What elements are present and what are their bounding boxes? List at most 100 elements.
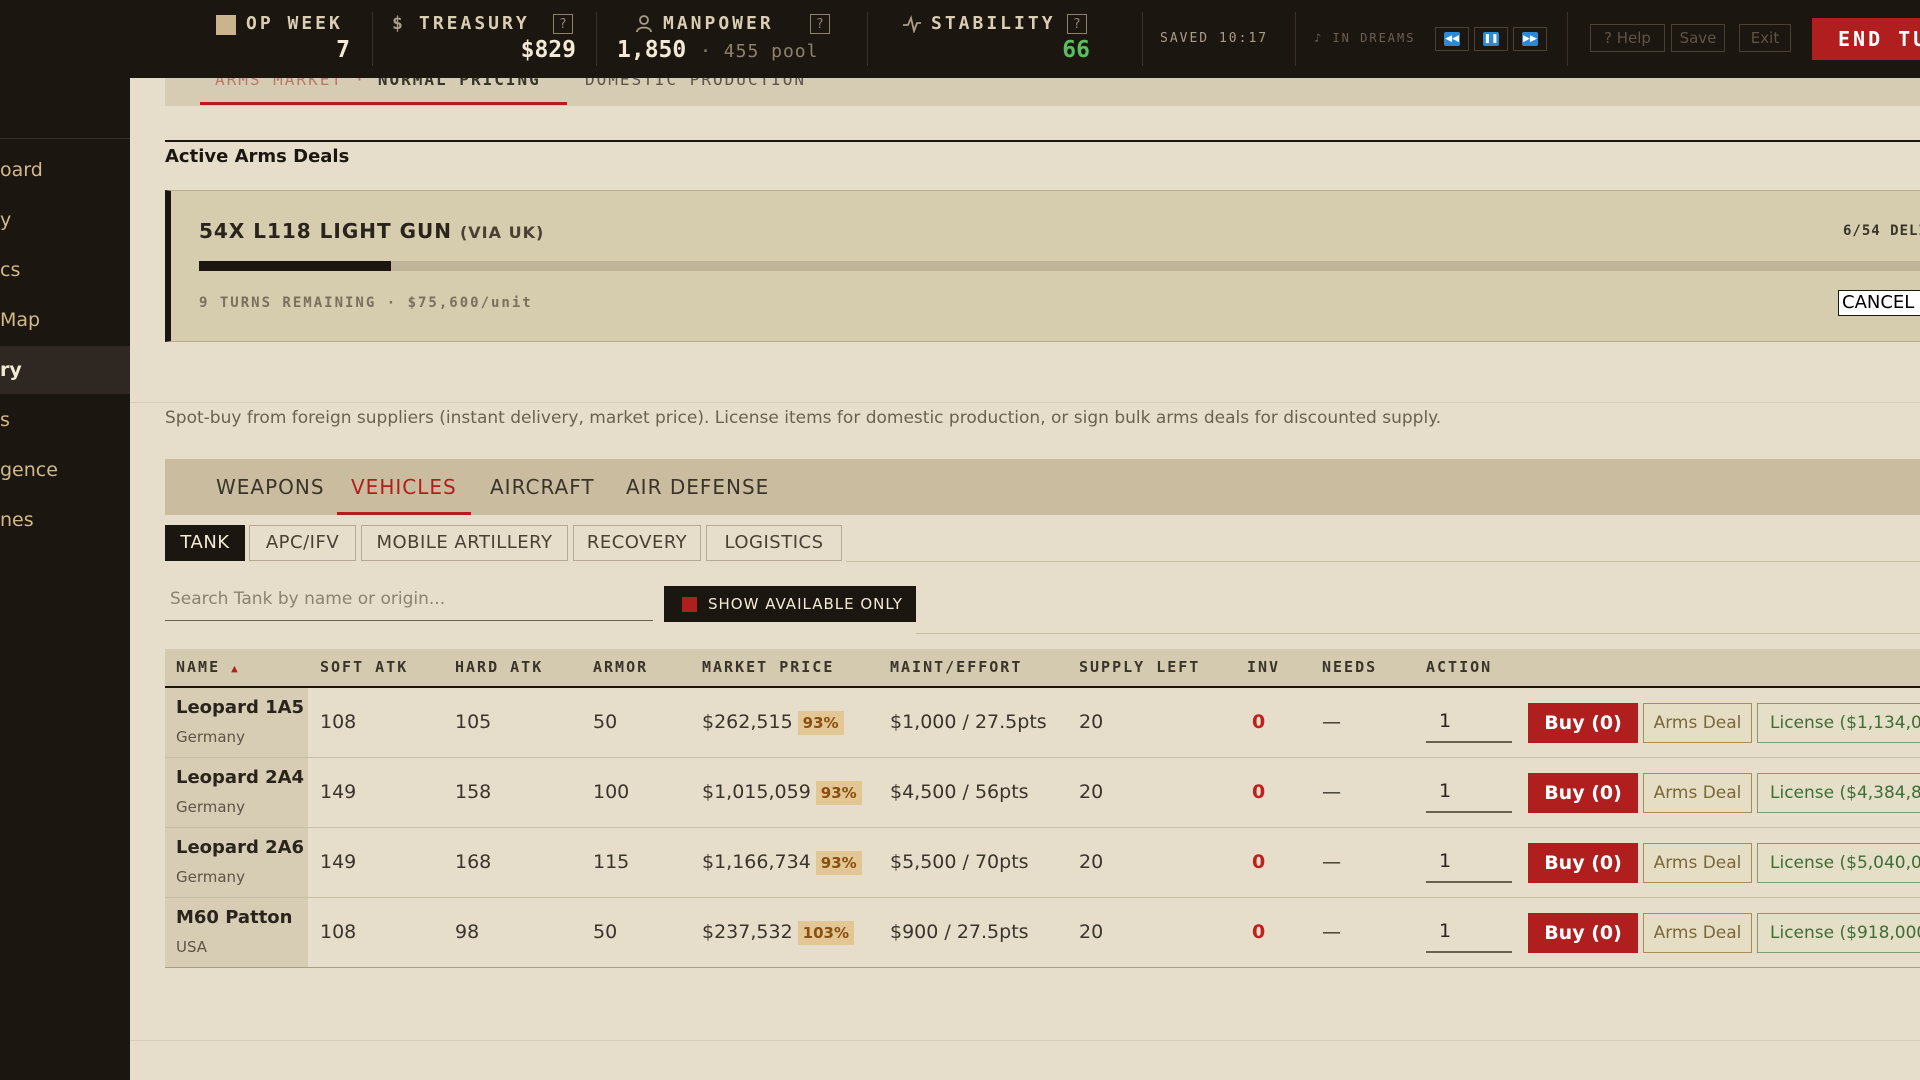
name-cell: M60 Patton USA bbox=[165, 898, 308, 967]
manpower-pool: · 455 pool bbox=[700, 41, 819, 62]
category-tabs: WEAPONS VEHICLES AIRCRAFT AIR DEFENSE bbox=[165, 459, 1920, 515]
pause-icon: ❚❚ bbox=[1483, 32, 1499, 46]
top-bar: OP WEEK 7 $ TREASURY ? $829 MANPOWER ? 1… bbox=[0, 0, 1920, 78]
armor-cell: 50 bbox=[593, 921, 618, 943]
buy-button[interactable]: Buy (0) bbox=[1528, 773, 1638, 813]
col-name-label: NAME bbox=[176, 658, 221, 676]
needs-cell: — bbox=[1322, 781, 1341, 803]
dollar-icon: $ bbox=[392, 13, 403, 34]
sidebar-item-zones[interactable]: nes bbox=[0, 496, 130, 544]
arms-deal-button[interactable]: Arms Deal bbox=[1643, 773, 1752, 813]
tab-vehicles[interactable]: VEHICLES bbox=[337, 459, 471, 515]
quantity-input[interactable]: 1 bbox=[1426, 701, 1512, 743]
table-row: Leopard 2A4 Germany 149 158 100 $1,015,0… bbox=[165, 758, 1920, 828]
price-value: $1,015,059 bbox=[702, 781, 811, 803]
market-description: Spot-buy from foreign suppliers (instant… bbox=[165, 408, 1442, 428]
previous-track-button[interactable]: ◀◀ bbox=[1435, 27, 1469, 51]
active-tab-underline bbox=[200, 102, 567, 105]
table-row: Leopard 2A6 Germany 149 168 115 $1,166,7… bbox=[165, 828, 1920, 898]
buy-button[interactable]: Buy (0) bbox=[1528, 703, 1638, 743]
chip-apc-ifv[interactable]: APC/IFV bbox=[249, 525, 356, 561]
tab-aircraft[interactable]: AIRCRAFT bbox=[490, 459, 595, 515]
deal-card: 54X L118 LIGHT GUN (VIA UK) 6/54 DELIVER… bbox=[165, 190, 1920, 342]
arms-deal-button[interactable]: Arms Deal bbox=[1643, 703, 1752, 743]
table-row: M60 Patton USA 108 98 50 $237,532 103% $9… bbox=[165, 898, 1920, 968]
show-available-only-label: SHOW AVAILABLE ONLY bbox=[708, 595, 903, 613]
show-available-only-toggle[interactable]: SHOW AVAILABLE ONLY bbox=[664, 586, 916, 622]
col-inv[interactable]: INV bbox=[1247, 649, 1280, 686]
col-needs[interactable]: NEEDS bbox=[1322, 649, 1377, 686]
name-cell: Leopard 2A4 Germany bbox=[165, 758, 308, 827]
col-market-price[interactable]: MARKET PRICE bbox=[702, 649, 834, 686]
table-row: Leopard 1A5 Germany 108 105 50 $262,515 9… bbox=[165, 688, 1920, 758]
col-maint-effort[interactable]: MAINT/EFFORT bbox=[890, 649, 1022, 686]
inv-cell: 0 bbox=[1252, 711, 1266, 733]
pause-button[interactable]: ❚❚ bbox=[1474, 27, 1508, 51]
armor-cell: 50 bbox=[593, 711, 618, 733]
sidebar-item-dashboard[interactable]: oard bbox=[0, 146, 130, 194]
arms-deal-button[interactable]: Arms Deal bbox=[1643, 843, 1752, 883]
price-percent-badge: 93% bbox=[815, 850, 862, 875]
help-button[interactable]: ? Help bbox=[1590, 24, 1665, 52]
stability-help-icon[interactable]: ? bbox=[1067, 14, 1087, 34]
tab-weapons[interactable]: WEAPONS bbox=[216, 459, 325, 515]
supply-cell: 20 bbox=[1079, 851, 1104, 873]
maint-cell: $4,500 / 56pts bbox=[890, 781, 1029, 803]
buy-button[interactable]: Buy (0) bbox=[1528, 913, 1638, 953]
col-armor[interactable]: ARMOR bbox=[593, 649, 648, 686]
sidebar-item-map[interactable]: Map bbox=[0, 296, 130, 344]
chip-recovery[interactable]: RECOVERY bbox=[573, 525, 701, 561]
chip-tank[interactable]: TANK bbox=[165, 525, 245, 561]
supply-cell: 20 bbox=[1079, 921, 1104, 943]
quantity-input[interactable]: 1 bbox=[1426, 911, 1512, 953]
tab-domestic-production[interactable]: DOMESTIC PRODUCTION bbox=[585, 78, 806, 89]
price-cell: $1,166,734 93% bbox=[702, 828, 862, 897]
buy-button[interactable]: Buy (0) bbox=[1528, 843, 1638, 883]
next-track-button[interactable]: ▶▶ bbox=[1513, 27, 1547, 51]
sidebar-item-armory[interactable]: ry bbox=[0, 346, 130, 394]
price-percent-badge: 93% bbox=[815, 780, 862, 805]
treasury-label: TREASURY bbox=[419, 13, 530, 34]
price-value: $237,532 bbox=[702, 921, 793, 943]
quantity-input[interactable]: 1 bbox=[1426, 771, 1512, 813]
soft-atk-cell: 108 bbox=[320, 711, 357, 733]
license-button[interactable]: License ($1,134,00 bbox=[1757, 703, 1920, 743]
needs-cell: — bbox=[1322, 711, 1341, 733]
col-soft-atk[interactable]: SOFT ATK bbox=[320, 649, 408, 686]
treasury-help-icon[interactable]: ? bbox=[553, 14, 573, 34]
item-origin: Germany bbox=[176, 798, 245, 816]
save-button[interactable]: Save bbox=[1671, 24, 1725, 52]
deal-progress-track bbox=[199, 261, 1920, 271]
end-turn-button[interactable]: END TU bbox=[1812, 18, 1920, 60]
arms-deal-button[interactable]: Arms Deal bbox=[1643, 913, 1752, 953]
sidebar-item-logistics[interactable]: cs bbox=[0, 246, 130, 294]
hard-atk-cell: 98 bbox=[455, 921, 480, 943]
sidebar: oard y cs Map ry s gence nes bbox=[0, 78, 130, 1080]
exit-button[interactable]: Exit bbox=[1739, 24, 1791, 52]
search-input[interactable]: Search Tank by name or origin... bbox=[165, 577, 653, 621]
sidebar-item-units[interactable]: s bbox=[0, 396, 130, 444]
sidebar-item-economy[interactable]: y bbox=[0, 196, 130, 244]
col-name[interactable]: NAME ▲ bbox=[176, 649, 240, 686]
chip-logistics[interactable]: LOGISTICS bbox=[706, 525, 842, 561]
maint-cell: $900 / 27.5pts bbox=[890, 921, 1029, 943]
manpower-help-icon[interactable]: ? bbox=[810, 14, 830, 34]
license-button[interactable]: License ($4,384,80 bbox=[1757, 773, 1920, 813]
cancel-deal-button[interactable]: CANCEL DEA bbox=[1838, 290, 1920, 316]
item-name: Leopard 2A4 bbox=[176, 767, 305, 788]
maint-cell: $5,500 / 70pts bbox=[890, 851, 1029, 873]
name-cell: Leopard 1A5 Germany bbox=[165, 688, 308, 757]
chip-mobile-artillery[interactable]: MOBILE ARTILLERY bbox=[361, 525, 568, 561]
item-name: Leopard 1A5 bbox=[176, 697, 305, 718]
tab-air-defense[interactable]: AIR DEFENSE bbox=[626, 459, 769, 515]
col-supply-left[interactable]: SUPPLY LEFT bbox=[1079, 649, 1200, 686]
hard-atk-cell: 105 bbox=[455, 711, 492, 733]
manpower-label: MANPOWER bbox=[663, 13, 774, 34]
quantity-input[interactable]: 1 bbox=[1426, 841, 1512, 883]
tab-arms-market[interactable]: ARMS MARKET · NORMAL PRICING bbox=[215, 78, 541, 89]
sidebar-item-intelligence[interactable]: gence bbox=[0, 446, 130, 494]
col-hard-atk[interactable]: HARD ATK bbox=[455, 649, 543, 686]
license-button[interactable]: License ($5,040,00 bbox=[1757, 843, 1920, 883]
license-button[interactable]: License ($918,000 bbox=[1757, 913, 1920, 953]
sort-ascending-icon: ▲ bbox=[231, 662, 240, 675]
